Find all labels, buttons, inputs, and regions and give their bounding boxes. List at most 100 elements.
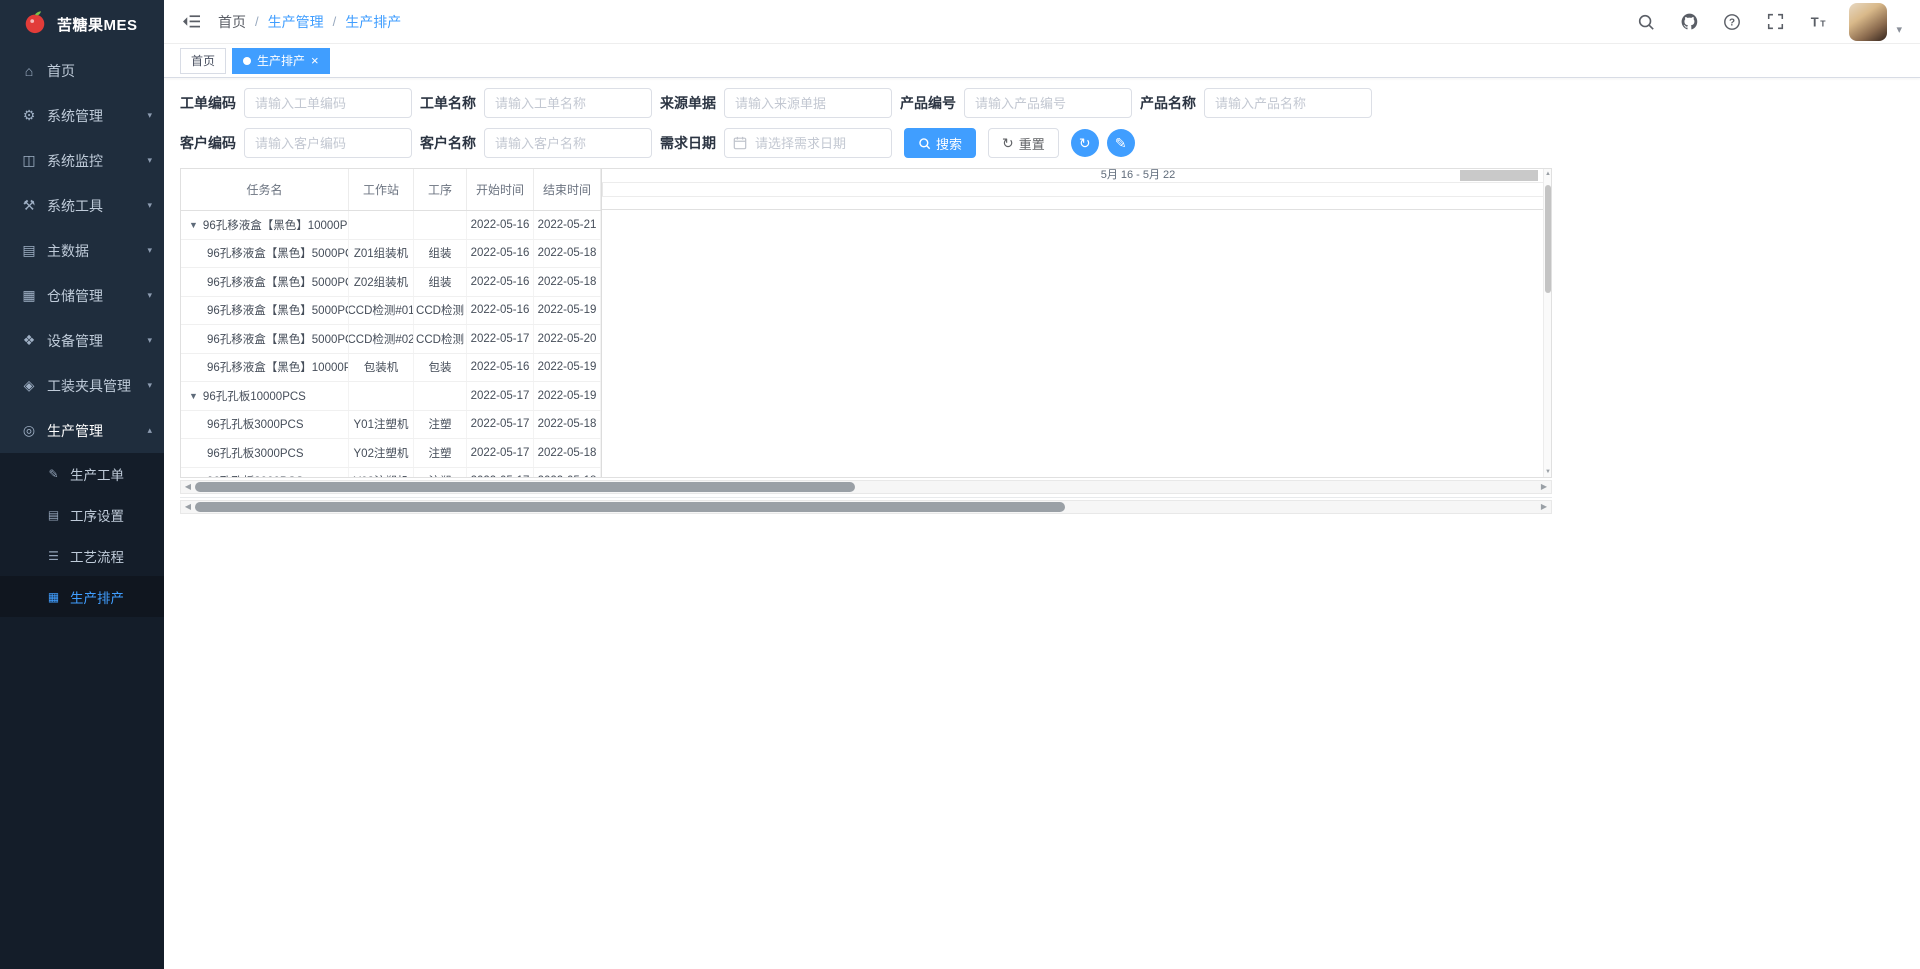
refresh-circle-button[interactable]: ↻ — [1071, 129, 1099, 157]
chevron-icon: ▾ — [147, 155, 152, 166]
gantt-grid-row[interactable]: 96孔移液盒【黑色】10000PCS包装机包装2022-05-162022-05… — [181, 354, 601, 383]
breadcrumb: 首页/生产管理/生产排产 — [218, 12, 401, 32]
tab-active[interactable]: 生产排产× — [232, 48, 330, 74]
gantt-grid-cell: 组装 — [414, 268, 467, 296]
scroll-down-icon[interactable]: ▼ — [1544, 469, 1552, 475]
sidebar-item-8[interactable]: ◎生产管理▴ — [0, 408, 164, 453]
search-icon — [918, 137, 931, 150]
sidebar-toggle-icon[interactable] — [178, 9, 204, 35]
gantt-grid-cell: Y03注塑机 — [349, 468, 414, 478]
gantt-grid-row[interactable]: 96孔移液盒【黑色】5000PCSCCD检测#01CCD检测2022-05-16… — [181, 297, 601, 326]
app-logo[interactable]: 苦糖果MES — [0, 0, 164, 48]
search-icon[interactable] — [1634, 10, 1658, 34]
gantt-grid-header: 任务名工作站工序开始时间结束时间 — [181, 169, 601, 211]
text-input[interactable] — [724, 88, 892, 118]
text-input[interactable] — [244, 88, 412, 118]
warehouse-icon: ▦ — [20, 287, 38, 304]
gantt-grid-cell: 2022-05-17 — [467, 325, 534, 353]
gantt-grid-row[interactable]: 96孔移液盒【黑色】5000PCSCCD检测#02CCD检测2022-05-17… — [181, 325, 601, 354]
production-icon: ◎ — [20, 422, 38, 439]
gantt-day-scale — [602, 183, 1543, 197]
sidebar-item-4[interactable]: ▤主数据▾ — [0, 228, 164, 273]
scroll-right-icon[interactable]: ▶ — [1537, 481, 1551, 493]
tree-expand-icon[interactable]: ▼ — [189, 391, 198, 401]
gantt-grid-row[interactable]: 96孔孔板3000PCSY02注塑机注塑2022-05-172022-05-18 — [181, 439, 601, 468]
sync-icon: ↻ — [1079, 135, 1091, 152]
gantt-grid-body: ▼96孔移液盒【黑色】10000PCS2022-05-162022-05-219… — [181, 211, 601, 477]
gantt-grid-cell: 2022-05-16 — [467, 297, 534, 325]
gantt-grid-cell: 2022-05-17 — [467, 411, 534, 439]
edit-circle-button[interactable]: ✎ — [1107, 129, 1135, 157]
tab-item[interactable]: 首页 — [180, 48, 226, 74]
sidebar-item-0[interactable]: ⌂首页 — [0, 48, 164, 93]
gantt-grid-cell: 2022-05-18 — [534, 268, 601, 296]
avatar[interactable] — [1849, 3, 1887, 41]
text-input[interactable] — [244, 128, 412, 158]
filter-panel-row-1: 工单编码工单名称来源单据产品编号产品名称 — [180, 88, 1920, 118]
refresh-icon: ↻ — [1002, 136, 1014, 150]
text-input[interactable] — [964, 88, 1132, 118]
help-icon[interactable]: ? — [1720, 10, 1744, 34]
breadcrumb-item[interactable]: 首页 — [218, 12, 246, 32]
gantt-grid-cell: 包装机 — [349, 354, 414, 382]
gantt-grid-row[interactable]: 96孔孔板3000PCSY01注塑机注塑2022-05-172022-05-18 — [181, 411, 601, 440]
gantt-grid-row[interactable]: ▼96孔孔板10000PCS2022-05-172022-05-19 — [181, 382, 601, 411]
table-horizontal-scrollbar[interactable]: ◀ ▶ — [180, 500, 1552, 514]
gantt-grid-row[interactable]: 96孔移液盒【黑色】5000PCSZ01组装机组装2022-05-162022-… — [181, 240, 601, 269]
scroll-right-icon[interactable]: ▶ — [1537, 501, 1551, 513]
gantt-grid-row[interactable]: 96孔孔板3000PCSY03注塑机注塑2022-05-172022-05-18 — [181, 468, 601, 478]
sidebar-item-3[interactable]: ⚒系统工具▾ — [0, 183, 164, 228]
gantt-vertical-scrollbar[interactable]: ▲ ▼ — [1543, 169, 1551, 477]
gantt-task-name: 96孔移液盒【黑色】5000PCS — [181, 325, 349, 353]
scroll-left-icon[interactable]: ◀ — [181, 501, 195, 513]
tab-close-icon[interactable]: × — [311, 54, 319, 67]
filter-label: 来源单据 — [660, 93, 716, 113]
fullscreen-icon[interactable] — [1763, 10, 1787, 34]
breadcrumb-item[interactable]: 生产管理 — [268, 12, 324, 32]
scrollbar-thumb[interactable] — [195, 482, 855, 492]
sidebar-item-2[interactable]: ◫系统监控▾ — [0, 138, 164, 183]
gantt-grid-cell: CCD检测#02 — [349, 325, 414, 353]
github-icon[interactable] — [1677, 10, 1701, 34]
gantt-task-name: ▼96孔移液盒【黑色】10000PCS — [181, 211, 349, 239]
sidebar-menu: ⌂首页⚙系统管理▾◫系统监控▾⚒系统工具▾▤主数据▾ ▦ 仓储管理 ▾ ❖设备管理▾◈工… — [0, 48, 164, 453]
gantt-grid-cell: 2022-05-20 — [534, 325, 601, 353]
text-input[interactable] — [484, 88, 652, 118]
sidebar-subitem-1[interactable]: ▤工序设置 — [0, 494, 164, 535]
gantt-grid-row[interactable]: ▼96孔移液盒【黑色】10000PCS2022-05-162022-05-21 — [181, 211, 601, 240]
date-input[interactable] — [724, 128, 892, 158]
gantt-horizontal-scrollbar[interactable]: ◀ ▶ — [180, 480, 1552, 494]
sidebar-item-label: 系统管理 — [47, 106, 147, 126]
filter-label: 产品编号 — [900, 93, 956, 113]
sidebar-item-1[interactable]: ⚙系统管理▾ — [0, 93, 164, 138]
sidebar-subitem-2[interactable]: ☰工艺流程 — [0, 535, 164, 576]
search-button[interactable]: 搜索 — [904, 128, 976, 158]
reset-button[interactable]: ↻ 重置 — [988, 128, 1059, 158]
gantt-grid-row[interactable]: 96孔移液盒【黑色】5000PCSZ02组装机组装2022-05-162022-… — [181, 268, 601, 297]
gantt-column-header: 工序 — [414, 169, 467, 210]
tools-icon: ⚒ — [20, 197, 38, 214]
breadcrumb-item[interactable]: 生产排产 — [345, 12, 401, 32]
sidebar-subitem-3[interactable]: ▦生产排产 — [0, 576, 164, 617]
font-size-icon[interactable]: T T — [1806, 10, 1830, 34]
sidebar-item-7[interactable]: ◈工装夹具管理▾ — [0, 363, 164, 408]
chevron-icon: ▾ — [147, 200, 152, 211]
search-button-label: 搜索 — [936, 134, 962, 153]
gantt-grid-cell — [349, 382, 414, 410]
sidebar-item-6[interactable]: ❖设备管理▾ — [0, 318, 164, 363]
sidebar-item-5[interactable]: ▦仓储管理▾ — [0, 273, 164, 318]
sidebar-item-label: 仓储管理 — [47, 286, 147, 306]
tree-expand-icon[interactable]: ▼ — [189, 220, 198, 230]
gantt-grid-cell: 2022-05-17 — [467, 468, 534, 478]
sidebar-subitem-0[interactable]: ✎生产工单 — [0, 453, 164, 494]
gantt-column-header: 结束时间 — [534, 169, 601, 210]
scrollbar-thumb[interactable] — [1545, 185, 1551, 293]
scroll-left-icon[interactable]: ◀ — [181, 481, 195, 493]
scrollbar-thumb[interactable] — [195, 502, 1065, 512]
sidebar-subitem-label: 生产工单 — [70, 464, 124, 484]
text-input[interactable] — [484, 128, 652, 158]
text-input[interactable] — [1204, 88, 1372, 118]
gantt-column-header: 工作站 — [349, 169, 414, 210]
gantt-scale-block[interactable] — [1460, 170, 1538, 181]
scroll-up-icon[interactable]: ▲ — [1544, 171, 1552, 177]
